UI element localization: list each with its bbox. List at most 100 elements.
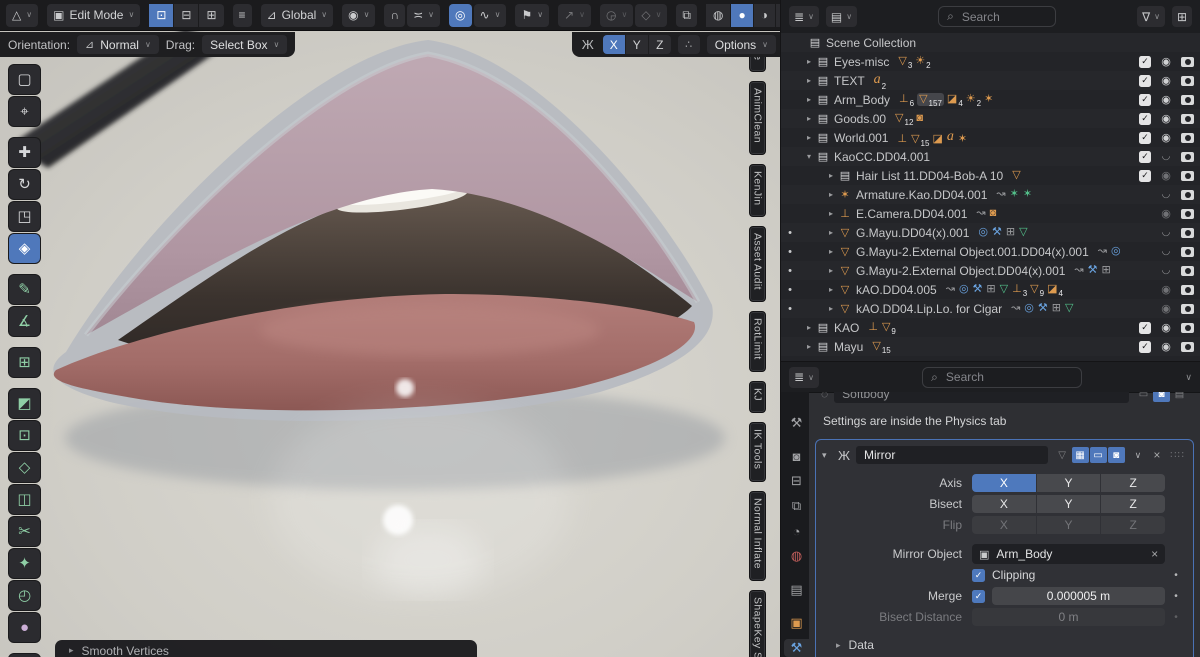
expand-arrow-icon[interactable]: ▸: [803, 342, 815, 351]
row-name[interactable]: Armature.Kao.DD04.001: [856, 188, 987, 202]
bisect-toggle-button[interactable]: X: [972, 495, 1036, 513]
data-badge-icon[interactable]: ▽: [1012, 169, 1021, 182]
render-tab[interactable]: ◙: [784, 448, 809, 466]
expand-arrow-icon[interactable]: ▸: [825, 190, 837, 199]
camera-render-toggle[interactable]: [1181, 266, 1194, 276]
data-badge-icon[interactable]: ↝: [976, 207, 986, 220]
data-badge-icon[interactable]: ✶: [984, 93, 994, 106]
data-badge-icon[interactable]: ▽157: [917, 93, 944, 106]
animate-dot[interactable]: •: [1165, 570, 1187, 581]
hide-eye-toggle[interactable]: ◉: [1159, 340, 1173, 353]
merge-checkbox[interactable]: ✓: [972, 590, 985, 603]
knife-tool[interactable]: ✂: [9, 517, 40, 546]
row-name[interactable]: Scene Collection: [826, 36, 916, 50]
data-badge-icon[interactable]: ⊞: [986, 283, 996, 296]
inset-faces-tool[interactable]: ⊡: [9, 421, 40, 450]
sidebar-tab[interactable]: AnimClean: [749, 81, 766, 155]
data-badge-icon[interactable]: ⊞: [1102, 264, 1112, 277]
hide-eye-toggle[interactable]: ◉: [1159, 321, 1173, 334]
outliner-row[interactable]: ▤ Scene Collection: [781, 33, 1200, 52]
camera-render-toggle[interactable]: [1181, 171, 1194, 181]
row-name[interactable]: G.Mayu-2.External Object.001.DD04(x).001: [856, 245, 1089, 259]
options-dropdown[interactable]: Options ∨: [707, 35, 776, 54]
proportional-edit-toggle[interactable]: ◎: [449, 4, 471, 27]
bevel-tool[interactable]: ◇: [9, 453, 40, 482]
data-badge-icon[interactable]: a2: [874, 72, 886, 89]
row-name[interactable]: kAO.DD04.005: [856, 283, 937, 297]
sidebar-tab[interactable]: RotLimit: [749, 311, 766, 372]
row-name[interactable]: G.Mayu.DD04(x).001: [856, 226, 969, 240]
row-name[interactable]: Goods.00: [834, 112, 886, 126]
select-box-tool[interactable]: ▢: [9, 65, 40, 94]
select-tool-dropdown[interactable]: ⚑ ∨: [515, 4, 549, 27]
expand-arrow-icon[interactable]: ▸: [803, 133, 815, 142]
camera-render-toggle[interactable]: [1181, 323, 1194, 333]
sidebar-tab[interactable]: Asset Audit: [749, 226, 766, 302]
expand-arrow-icon[interactable]: ▸: [825, 247, 837, 256]
data-badge-icon[interactable]: ▽: [1000, 283, 1009, 296]
outliner-row[interactable]: • ▸ ▽ G.Mayu-2.External Object.001.DD04(…: [781, 242, 1200, 261]
mirror-panel-header[interactable]: ▾ Ж Mirror ▽▦▭◙ ∨ × ∷∷: [822, 444, 1187, 466]
shading-solid[interactable]: ●: [731, 4, 752, 27]
tool-tab[interactable]: ⚒: [784, 414, 809, 432]
data-badge-icon[interactable]: ⚒: [1038, 302, 1049, 315]
data-badge-icon[interactable]: ◪: [932, 133, 943, 146]
data-badge-icon[interactable]: ◎: [978, 226, 989, 239]
camera-render-toggle[interactable]: [1181, 152, 1194, 162]
bisect-toggle-button[interactable]: Y: [1037, 495, 1101, 513]
hide-eye-toggle[interactable]: ◉: [1159, 93, 1173, 106]
measure-tool[interactable]: ∡: [9, 307, 40, 336]
outliner-row[interactable]: ▸ ✶ Armature.Kao.DD04.001 ↝ ✶ ✶: [781, 185, 1200, 204]
properties-search[interactable]: ⌕: [922, 367, 1082, 388]
clipping-checkbox[interactable]: ✓: [972, 569, 985, 582]
smooth-tool[interactable]: ●: [9, 613, 40, 642]
render-toggle[interactable]: ◙: [1108, 447, 1125, 463]
camera-render-toggle[interactable]: [1181, 133, 1194, 143]
sidebar-tab[interactable]: KJ: [749, 381, 766, 413]
outliner-row[interactable]: • ▸ ▽ kAO.DD04.005 ↝ ◎ ⚒: [781, 280, 1200, 299]
data-badge-icon[interactable]: ↝: [1011, 302, 1021, 315]
expand-arrow-icon[interactable]: ▾: [803, 152, 815, 161]
hide-eye-toggle[interactable]: ◉: [1159, 207, 1173, 220]
data-badge-icon[interactable]: ▽12: [895, 112, 913, 125]
row-name[interactable]: Hair List 11.DD04-Bob-A 10: [856, 169, 1003, 183]
camera-render-toggle[interactable]: [1181, 304, 1194, 314]
camera-render-toggle[interactable]: [1181, 209, 1194, 219]
outliner-row[interactable]: ▸ ▤ KAO ⊥ ▽9 ✓ ◉: [781, 318, 1200, 337]
move-tool[interactable]: ✚: [9, 138, 40, 167]
expand-arrow-icon[interactable]: ▸: [803, 114, 815, 123]
hide-eye-toggle[interactable]: ◡: [1159, 246, 1173, 257]
outliner-row[interactable]: ▸ ▤ World.001 ⊥ ▽15 ◪ a: [781, 128, 1200, 147]
animate-dot[interactable]: •: [1165, 591, 1187, 602]
outliner-row[interactable]: ▸ ▤ TEXT a2 ✓ ◉: [781, 71, 1200, 90]
exclude-checkbox[interactable]: ✓: [1139, 75, 1151, 87]
row-name[interactable]: KAO: [834, 321, 859, 335]
row-name[interactable]: World.001: [834, 131, 888, 145]
chevron-down-icon[interactable]: ∨: [1185, 372, 1192, 383]
exclude-checkbox[interactable]: ✓: [1139, 322, 1151, 334]
data-badge-icon[interactable]: ⊥: [897, 133, 908, 146]
gizmo-dropdown[interactable]: ◇ ∨: [635, 4, 667, 27]
clear-icon[interactable]: ×: [1151, 547, 1158, 561]
scale-tool[interactable]: ◳: [9, 202, 40, 231]
axis-toggle-button[interactable]: Z: [1101, 474, 1165, 492]
outliner-row[interactable]: ▸ ▤ Arm_Body ⊥6 ▽157 ◪4 ☀2: [781, 90, 1200, 109]
flip-toggle-button[interactable]: Y: [1037, 516, 1101, 534]
outliner-editor-type-button[interactable]: ≣ ∨: [789, 6, 819, 27]
outliner-row[interactable]: ▸ ▤ Eyes-misc ▽3 ☀2 ✓ ◉: [781, 52, 1200, 71]
data-badge-icon[interactable]: ▽3: [898, 55, 912, 68]
hide-eye-toggle[interactable]: ◉: [1159, 131, 1173, 144]
xray-dropdown[interactable]: ◶ ∨: [600, 4, 633, 27]
data-badge-icon[interactable]: ▽15: [911, 133, 929, 146]
exclude-checkbox[interactable]: ✓: [1139, 56, 1151, 68]
hide-eye-toggle[interactable]: ◡: [1159, 265, 1173, 276]
flip-toggle-button[interactable]: X: [972, 516, 1036, 534]
editor-type-button[interactable]: △ ∨: [6, 4, 38, 27]
hide-eye-toggle[interactable]: ◉: [1159, 55, 1173, 68]
data-badge-icon[interactable]: ✶: [1010, 188, 1020, 201]
outliner-row[interactable]: • ▸ ▽ G.Mayu-2.External Object.DD04(x).0…: [781, 261, 1200, 280]
extrude-region-tool[interactable]: ◩: [9, 389, 40, 418]
on-cage-toggle[interactable]: ▽: [1054, 447, 1071, 463]
row-name[interactable]: Arm_Body: [834, 93, 890, 107]
expand-arrow-icon[interactable]: ▸: [825, 266, 837, 275]
